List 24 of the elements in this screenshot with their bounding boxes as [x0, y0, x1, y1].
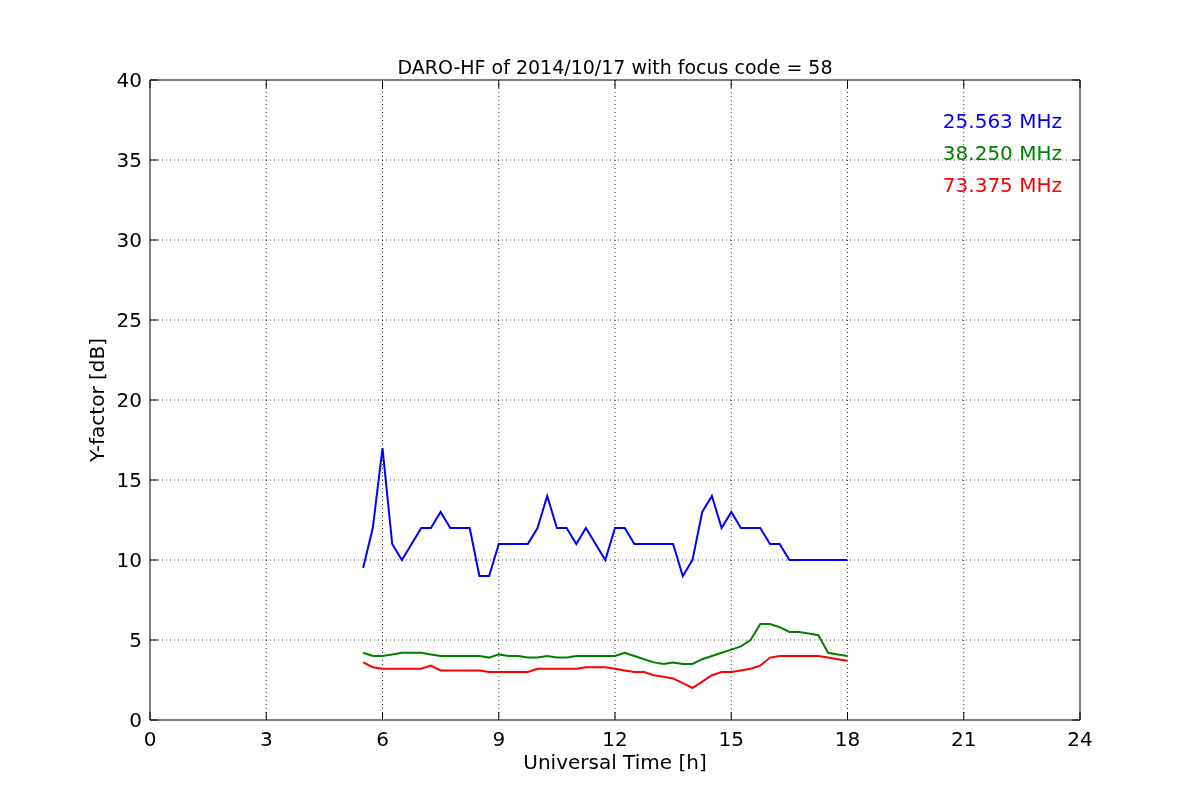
tick-label: 20 — [116, 388, 142, 412]
y-axis-label: Y-factor [dB] — [85, 338, 109, 462]
tick-label: 5 — [129, 628, 142, 652]
tick-label: 40 — [116, 68, 142, 92]
tick-label: 18 — [834, 727, 861, 751]
tick-label: 35 — [116, 148, 142, 172]
tick-label: 0 — [143, 727, 157, 751]
tick-label: 0 — [129, 708, 142, 732]
tick-label: 9 — [492, 727, 506, 751]
tick-label: 10 — [116, 548, 142, 572]
tick-label: 30 — [116, 228, 142, 252]
tick-label: 25 — [116, 308, 142, 332]
x-axis-label: Universal Time [h] — [523, 750, 707, 774]
tick-label: 3 — [259, 727, 273, 751]
tick-label: 21 — [951, 727, 977, 751]
tick-label: 6 — [376, 727, 389, 751]
tick-label: 15 — [718, 727, 744, 751]
legend-entry: 25.563 MHz — [942, 109, 1062, 133]
tick-label: 15 — [116, 468, 142, 492]
tick-label: 12 — [602, 727, 628, 751]
chart-title: DARO-HF of 2014/10/17 with focus code = 58 — [397, 56, 833, 78]
legend-entry: 38.250 MHz — [942, 141, 1062, 165]
tick-label: 24 — [1067, 727, 1093, 751]
legend-entry: 73.375 MHz — [942, 173, 1062, 197]
